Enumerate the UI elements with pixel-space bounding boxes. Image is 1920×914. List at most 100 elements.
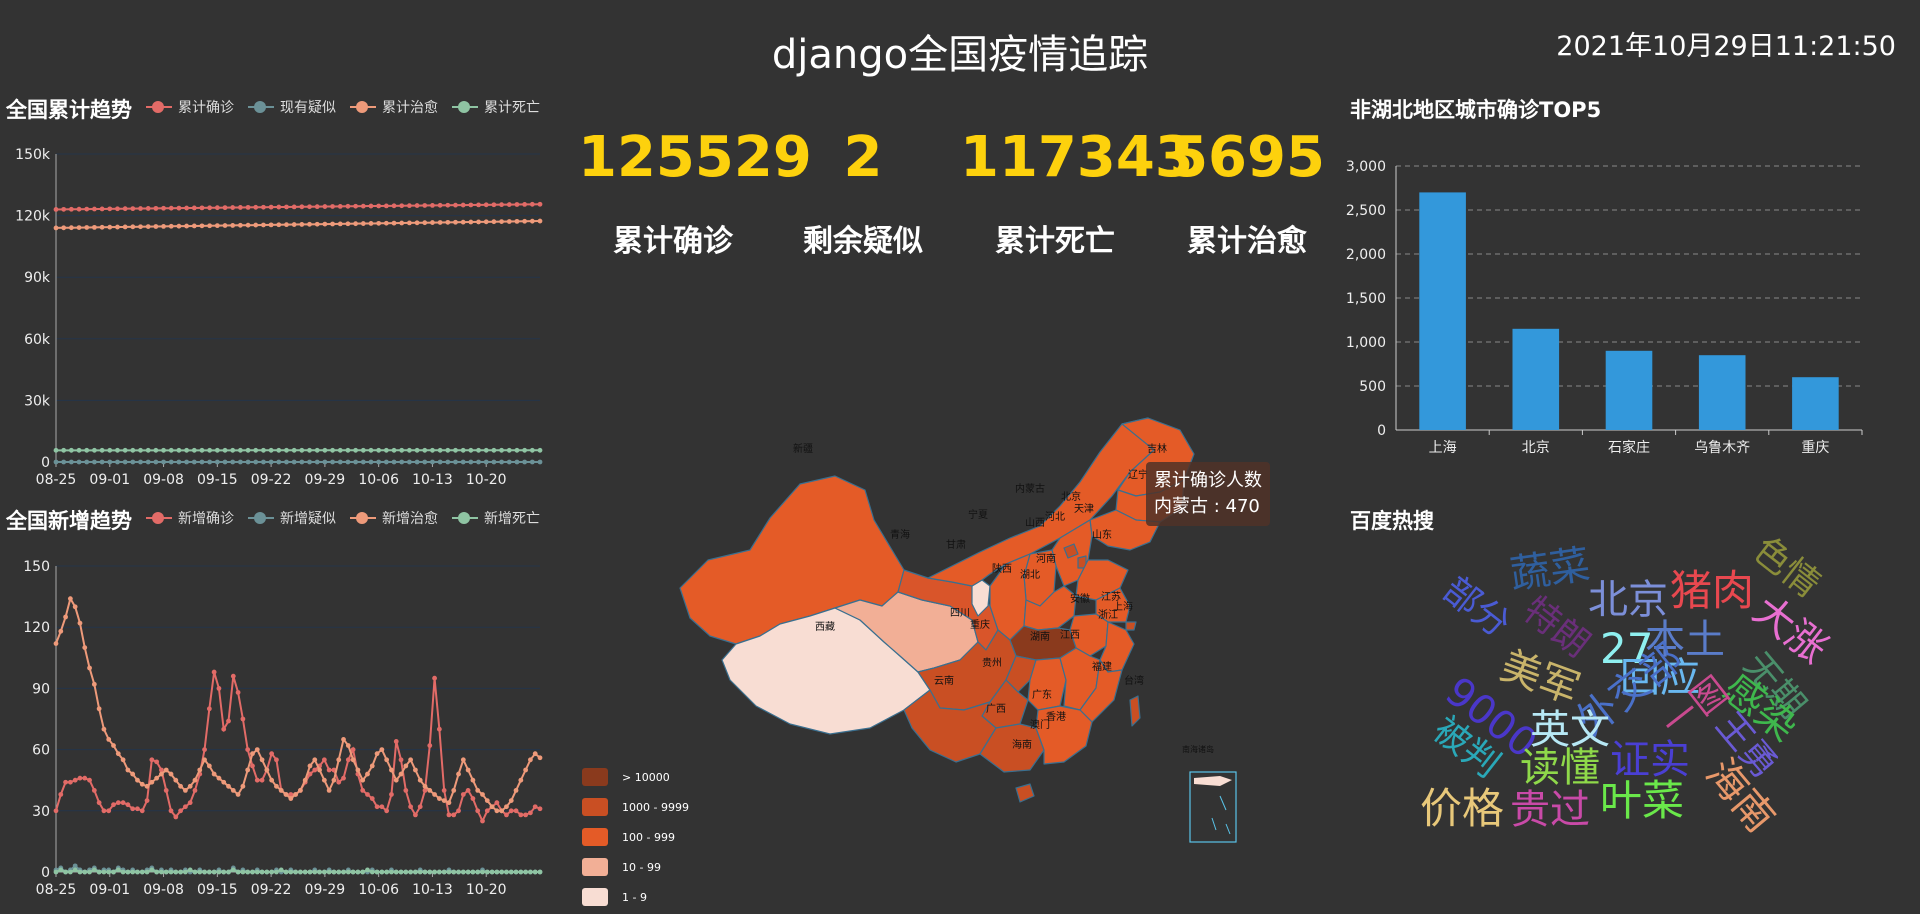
province-label: 河北 xyxy=(1045,511,1065,523)
new-data-point xyxy=(87,869,92,875)
new-trend-legend[interactable]: 新增确诊 新增疑似 新增治愈 新增死亡 xyxy=(146,508,554,528)
new-data-point xyxy=(130,869,136,875)
new-data-point xyxy=(518,777,524,783)
new-data-point xyxy=(307,763,313,769)
cumulative-data-point xyxy=(460,202,466,208)
hot-word[interactable]: 叶菜 xyxy=(1600,780,1684,822)
province-label: 山西 xyxy=(1025,517,1045,529)
new-data-point xyxy=(178,808,183,814)
province-taiwan[interactable] xyxy=(1129,695,1141,727)
new-data-point xyxy=(240,783,246,789)
cumulative-data-point xyxy=(406,447,412,453)
cumulative-legend-item[interactable]: 现有疑似 xyxy=(248,97,336,117)
legend-swatch-icon xyxy=(146,101,172,113)
x-tick-label: 10-13 xyxy=(412,472,453,488)
new-data-point xyxy=(254,777,260,783)
hot-word[interactable]: 蔬菜 xyxy=(1507,542,1593,599)
y-tick-label: 90k xyxy=(24,270,51,286)
hot-word[interactable]: 证实 xyxy=(1610,740,1690,780)
new-data-point xyxy=(87,777,92,783)
cumulative-data-point xyxy=(199,205,205,211)
new-data-point xyxy=(350,747,356,752)
province-label: 南海诸岛 xyxy=(1182,744,1214,754)
province-shanghai[interactable] xyxy=(1125,621,1137,631)
new-data-point xyxy=(111,869,116,875)
new-data-point xyxy=(106,737,112,742)
new-data-point xyxy=(470,777,476,783)
new-data-point xyxy=(528,757,533,763)
cumulative-data-point xyxy=(76,459,82,465)
cumulative-data-point xyxy=(199,447,205,453)
new-data-point xyxy=(494,808,500,814)
cumulative-data-point xyxy=(245,204,251,210)
hot-word[interactable]: 价格 xyxy=(1420,788,1504,830)
new-data-point xyxy=(106,808,112,814)
cumulative-data-point xyxy=(383,447,389,453)
cumulative-data-point xyxy=(476,202,481,208)
map-legend-item[interactable]: 100 - 999 xyxy=(582,828,689,846)
cumulative-data-point xyxy=(184,223,190,229)
new-data-point xyxy=(499,808,505,814)
new-data-point xyxy=(58,867,64,873)
cumulative-data-point xyxy=(491,459,497,465)
y-tick-label: 0 xyxy=(41,865,50,881)
cumulative-data-point xyxy=(61,447,67,453)
cumulative-data-point xyxy=(84,225,90,230)
new-data-point xyxy=(206,763,212,769)
hot-word[interactable]: 猪肉 xyxy=(1670,570,1754,612)
cumulative-data-point xyxy=(53,459,59,465)
cumulative-data-point xyxy=(422,459,428,465)
new-data-point xyxy=(451,812,457,818)
province-label: 湖北 xyxy=(1020,569,1040,581)
province-hunan[interactable] xyxy=(1027,657,1067,711)
hot-word[interactable]: 读懂 xyxy=(1520,748,1600,788)
cumulative-data-point xyxy=(230,459,236,465)
y-tick-label: 90 xyxy=(32,681,50,697)
map-legend-item[interactable]: 1 - 9 xyxy=(582,888,689,906)
cumulative-data-point xyxy=(360,459,366,465)
cumulative-data-point xyxy=(422,220,428,226)
new-data-point xyxy=(470,796,476,801)
new-data-point xyxy=(494,800,500,806)
hot-word[interactable]: 色情 xyxy=(1745,529,1827,606)
new-data-point xyxy=(470,869,476,875)
new-legend-item[interactable]: 新增确诊 xyxy=(146,508,234,528)
new-data-point xyxy=(139,808,145,814)
map-legend-item[interactable]: 10 - 99 xyxy=(582,858,689,876)
new-data-point xyxy=(187,867,193,873)
new-legend-item[interactable]: 新增疑似 xyxy=(248,508,336,528)
new-data-point xyxy=(168,808,174,814)
cumulative-legend-item[interactable]: 累计治愈 xyxy=(350,97,438,117)
map-visualmap-legend[interactable]: > 10000 1000 - 9999 100 - 999 10 - 99 1 - 9 xyxy=(582,768,689,906)
new-data-point xyxy=(374,751,380,757)
province-label: 福建 xyxy=(1092,660,1112,673)
new-legend-item[interactable]: 新增死亡 xyxy=(452,508,540,528)
x-tick-label: 09-08 xyxy=(143,472,184,488)
cumulative-data-point xyxy=(368,459,374,465)
province-label: 天津 xyxy=(1074,503,1094,515)
cumulative-legend-item[interactable]: 累计确诊 xyxy=(146,97,234,117)
new-data-point xyxy=(369,869,375,875)
new-data-point xyxy=(288,796,294,801)
hot-word[interactable]: 北京 xyxy=(1588,580,1668,620)
new-data-point xyxy=(460,757,466,763)
cumulative-data-point xyxy=(368,221,374,226)
province-label: 内蒙古 xyxy=(1015,482,1045,495)
new-data-point xyxy=(149,779,155,785)
cumulative-data-point xyxy=(230,205,236,210)
province-hainan[interactable] xyxy=(1015,783,1035,803)
hot-word[interactable]: 英文 xyxy=(1530,710,1610,750)
cumulative-data-point xyxy=(337,221,343,227)
new-data-point xyxy=(163,767,169,773)
hot-word[interactable]: 部分 xyxy=(1435,569,1517,646)
legend-swatch-icon xyxy=(350,101,376,113)
map-legend-item[interactable]: 1000 - 9999 xyxy=(582,798,689,816)
new-legend-item[interactable]: 新增治愈 xyxy=(350,508,438,528)
hot-word[interactable]: 贵过 xyxy=(1510,790,1590,830)
cumulative-data-point xyxy=(437,220,443,225)
cumulative-legend[interactable]: 累计确诊 现有疑似 累计治愈 累计死亡 xyxy=(146,97,554,117)
cumulative-data-point xyxy=(168,459,174,465)
cumulative-legend-item[interactable]: 累计死亡 xyxy=(452,97,540,117)
new-data-point xyxy=(456,771,461,777)
map-legend-item[interactable]: > 10000 xyxy=(582,768,689,786)
